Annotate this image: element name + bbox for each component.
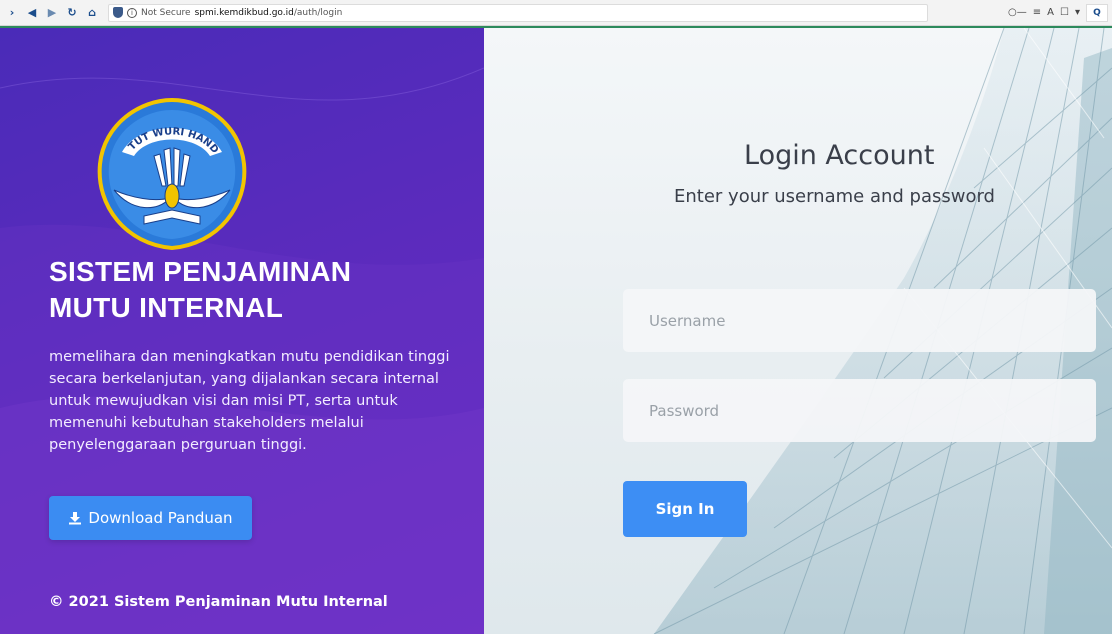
app-description: memelihara dan meningkatkan mutu pendidi…: [49, 349, 450, 453]
browser-toolbar: › ◀ ▶ ↻ ⌂ i Not Secure spmi.kemdikbud.go…: [0, 0, 1112, 26]
url-path: /auth/login: [293, 7, 343, 18]
password-field[interactable]: Password: [623, 379, 1096, 442]
back-icon[interactable]: ◀: [24, 5, 40, 21]
url-text: spmi.kemdikbud.go.id/auth/login: [195, 8, 343, 18]
chevron-down-icon[interactable]: ▾: [1075, 7, 1080, 18]
search-field[interactable]: Q: [1086, 3, 1108, 22]
download-icon: [69, 512, 82, 525]
home-icon[interactable]: ⌂: [84, 5, 100, 21]
app-title-line1: SISTEM PENJAMINAN: [49, 256, 352, 287]
username-placeholder: Username: [649, 311, 726, 330]
reader-icon[interactable]: ≡: [1033, 7, 1041, 18]
shield-icon: [113, 7, 123, 18]
username-field[interactable]: Username: [623, 289, 1096, 352]
font-size-icon[interactable]: A: [1047, 7, 1054, 18]
login-subheading: Enter your username and password: [674, 186, 995, 207]
forward-icon[interactable]: ▶: [44, 5, 60, 21]
password-placeholder: Password: [649, 401, 720, 420]
copyright-text: © 2021 Sistem Penjaminan Mutu Internal: [49, 594, 388, 610]
not-secure-label: Not Secure: [141, 7, 191, 18]
reload-icon[interactable]: ↻: [64, 5, 80, 21]
login-panel: Login Account Enter your username and pa…: [484, 28, 1112, 634]
download-guide-button[interactable]: Download Panduan: [49, 496, 252, 540]
app-title: SISTEM PENJAMINAN MUTU INTERNAL: [49, 254, 449, 326]
key-icon[interactable]: ○—: [1008, 7, 1027, 18]
app-title-line2: MUTU INTERNAL: [49, 292, 284, 323]
bookmark-icon[interactable]: ☐: [1060, 7, 1069, 18]
url-host: spmi.kemdikbud.go.id: [194, 7, 294, 18]
info-icon[interactable]: i: [127, 7, 137, 18]
toolbar-right: ○— ≡ A ☐ ▾ Q: [1008, 3, 1108, 22]
left-panel: TUT WURI HANDAYANI SISTEM PENJAMINAN MUT…: [0, 28, 484, 634]
download-guide-label: Download Panduan: [88, 509, 233, 527]
tut-wuri-handayani-logo: TUT WURI HANDAYANI: [92, 94, 247, 251]
sidebar-toggle-icon[interactable]: ›: [4, 5, 20, 21]
address-bar[interactable]: i Not Secure spmi.kemdikbud.go.id/auth/l…: [108, 3, 928, 22]
sign-in-button[interactable]: Sign In: [623, 481, 747, 537]
search-icon: Q: [1093, 7, 1101, 18]
login-heading: Login Account: [744, 140, 935, 171]
